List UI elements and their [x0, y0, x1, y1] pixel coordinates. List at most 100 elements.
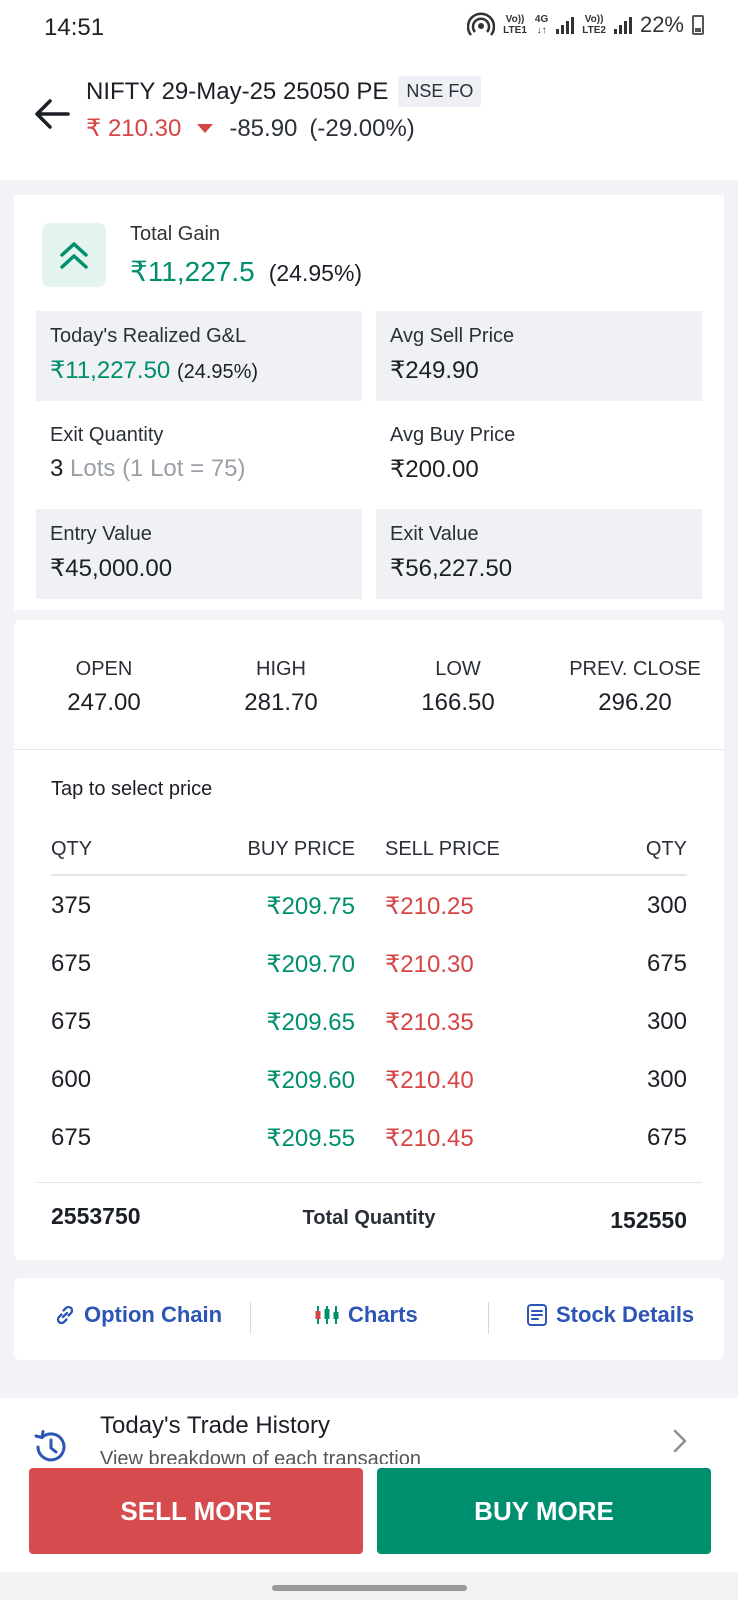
- charts-link[interactable]: Charts: [314, 1302, 418, 1328]
- option-chain-label: Option Chain: [84, 1302, 223, 1327]
- ask-price[interactable]: ₹210.35: [385, 1008, 474, 1037]
- network-type: 4G ↓↑: [535, 14, 548, 36]
- instrument-header: NIFTY 29-May-25 25050 PE NSE FO ₹ 210.30…: [0, 56, 738, 180]
- realized-gl-value-row: ₹11,227.50 (24.95%): [50, 356, 348, 385]
- stock-details-link[interactable]: Stock Details: [526, 1302, 694, 1328]
- prev-close-value: 296.20: [598, 689, 672, 716]
- bid-qty-header: QTY: [51, 838, 93, 860]
- avg-buy-cell: Avg Buy Price ₹200.00: [376, 410, 702, 500]
- low-value: 166.50: [421, 689, 495, 716]
- sim2-volte: Vo)): [584, 14, 604, 25]
- ask-qty: 675: [646, 950, 687, 977]
- price-change: -85.90: [229, 114, 298, 142]
- down-arrow-icon: [197, 124, 214, 133]
- ask-price[interactable]: ₹210.40: [385, 1066, 474, 1095]
- exit-qty-value: 3: [50, 455, 64, 482]
- high-label: HIGH: [256, 658, 306, 680]
- avg-sell-value: ₹249.90: [390, 357, 479, 384]
- buy-price-header: BUY PRICE: [247, 838, 355, 860]
- candlestick-chart-icon: [315, 1306, 339, 1324]
- option-chain-link[interactable]: Option Chain: [54, 1302, 222, 1328]
- bid-qty: 675: [51, 950, 92, 977]
- realized-gl-label: Today's Realized G&L: [50, 325, 247, 347]
- battery-level: 22%: [639, 12, 684, 37]
- depth-row[interactable]: 675 ₹209.65 ₹210.35 300: [51, 992, 687, 1050]
- exchange-badge: NSE FO: [398, 76, 482, 107]
- network-label: 4G: [534, 14, 549, 25]
- gain-card: Total Gain ₹11,227.5 (24.95%) Today's Re…: [14, 195, 724, 610]
- sim2-lte: LTE2: [582, 25, 606, 36]
- chevron-right-icon: [673, 1429, 687, 1453]
- buy-more-button[interactable]: BUY MORE: [377, 1468, 711, 1554]
- trade-history-row[interactable]: Today's Trade History View breakdown of …: [0, 1398, 738, 1468]
- bid-qty: 675: [51, 1124, 92, 1151]
- back-button[interactable]: [32, 96, 72, 132]
- bid-price[interactable]: ₹209.70: [266, 950, 355, 979]
- double-chevron-up-icon: [60, 242, 88, 269]
- bid-qty: 375: [51, 892, 92, 919]
- ask-price[interactable]: ₹210.30: [385, 950, 474, 979]
- sell-price-header: SELL PRICE: [385, 838, 500, 860]
- network-arrows: ↓↑: [536, 25, 547, 36]
- entry-value-cell: Entry Value ₹45,000.00: [36, 509, 362, 599]
- depth-header: QTY BUY PRICE SELL PRICE QTY: [51, 838, 687, 876]
- sell-more-button[interactable]: SELL MORE: [29, 1468, 363, 1554]
- prev-close-label: PREV. CLOSE: [569, 658, 701, 680]
- total-gain-value: ₹11,227.5: [130, 256, 255, 287]
- sim1-lte: LTE1: [503, 25, 527, 36]
- total-gain-label: Total Gain: [130, 223, 221, 245]
- entry-value-value: ₹45,000.00: [50, 555, 173, 582]
- action-bar: SELL MORE BUY MORE: [0, 1468, 738, 1600]
- high-value: 281.70: [244, 689, 318, 716]
- market-depth-card: OPEN 247.00 HIGH 281.70 LOW 166.50 PREV.…: [14, 620, 724, 1260]
- charts-label: Charts: [348, 1302, 418, 1327]
- exit-qty-value-row: 3 Lots (1 Lot = 75): [50, 455, 348, 483]
- depth-row[interactable]: 375 ₹209.75 ₹210.25 300: [51, 876, 687, 934]
- gain-icon: [42, 223, 106, 287]
- bid-price[interactable]: ₹209.75: [266, 892, 355, 921]
- bid-price[interactable]: ₹209.65: [266, 1008, 355, 1037]
- exit-qty-cell: Exit Quantity 3 Lots (1 Lot = 75): [36, 410, 362, 500]
- history-icon: [34, 1430, 66, 1462]
- avg-buy-label: Avg Buy Price: [390, 424, 516, 446]
- document-icon: [527, 1304, 547, 1326]
- depth-row[interactable]: 675 ₹209.70 ₹210.30 675: [51, 934, 687, 992]
- sim2-indicator: Vo)) LTE2: [582, 14, 606, 36]
- title-row: NIFTY 29-May-25 25050 PE NSE FO: [86, 76, 482, 107]
- link-divider: [488, 1302, 489, 1334]
- ask-qty: 300: [646, 892, 687, 919]
- home-indicator[interactable]: [272, 1585, 467, 1591]
- ask-price[interactable]: ₹210.45: [385, 1124, 474, 1153]
- bid-price[interactable]: ₹209.60: [266, 1066, 355, 1095]
- ohlc-open: OPEN 247.00: [19, 658, 189, 717]
- total-quantity-label: Total Quantity: [302, 1207, 436, 1229]
- realized-gl-cell: Today's Realized G&L ₹11,227.50 (24.95%): [36, 311, 362, 401]
- total-gain-pct: (24.95%): [268, 260, 363, 286]
- status-icons: Vo)) LTE1 4G ↓↑ Vo)) LTE2 22%: [467, 12, 704, 38]
- ask-price[interactable]: ₹210.25: [385, 892, 474, 921]
- instrument-title: NIFTY 29-May-25 25050 PE: [86, 77, 389, 105]
- tap-hint: Tap to select price: [51, 778, 213, 800]
- ask-qty-header: QTY: [645, 838, 687, 860]
- total-ask-qty: 152550: [610, 1207, 687, 1233]
- battery-icon: [692, 15, 704, 35]
- price-change-pct: (-29.00%): [309, 114, 415, 142]
- exit-value-value: ₹56,227.50: [390, 555, 513, 582]
- exit-qty-label: Exit Quantity: [50, 424, 164, 446]
- avg-buy-value: ₹200.00: [390, 456, 479, 483]
- depth-row[interactable]: 600 ₹209.60 ₹210.40 300: [51, 1050, 687, 1108]
- ohlc-prev-close: PREV. CLOSE 296.20: [550, 658, 720, 717]
- trade-history-title: Today's Trade History: [100, 1412, 331, 1439]
- ask-qty: 675: [646, 1124, 687, 1151]
- stock-details-label: Stock Details: [556, 1302, 695, 1327]
- open-value: 247.00: [67, 689, 141, 716]
- arrow-left-icon: [35, 99, 70, 129]
- quick-links: Option Chain Charts Stock Details: [14, 1278, 724, 1360]
- depth-row[interactable]: 675 ₹209.55 ₹210.45 675: [51, 1108, 687, 1166]
- ask-qty: 300: [646, 1008, 687, 1035]
- total-gain-row: ₹11,227.5 (24.95%): [130, 255, 362, 288]
- avg-sell-label: Avg Sell Price: [390, 325, 515, 347]
- bid-price[interactable]: ₹209.55: [266, 1124, 355, 1153]
- hotspot-icon: [467, 12, 496, 36]
- entry-value-label: Entry Value: [50, 523, 152, 545]
